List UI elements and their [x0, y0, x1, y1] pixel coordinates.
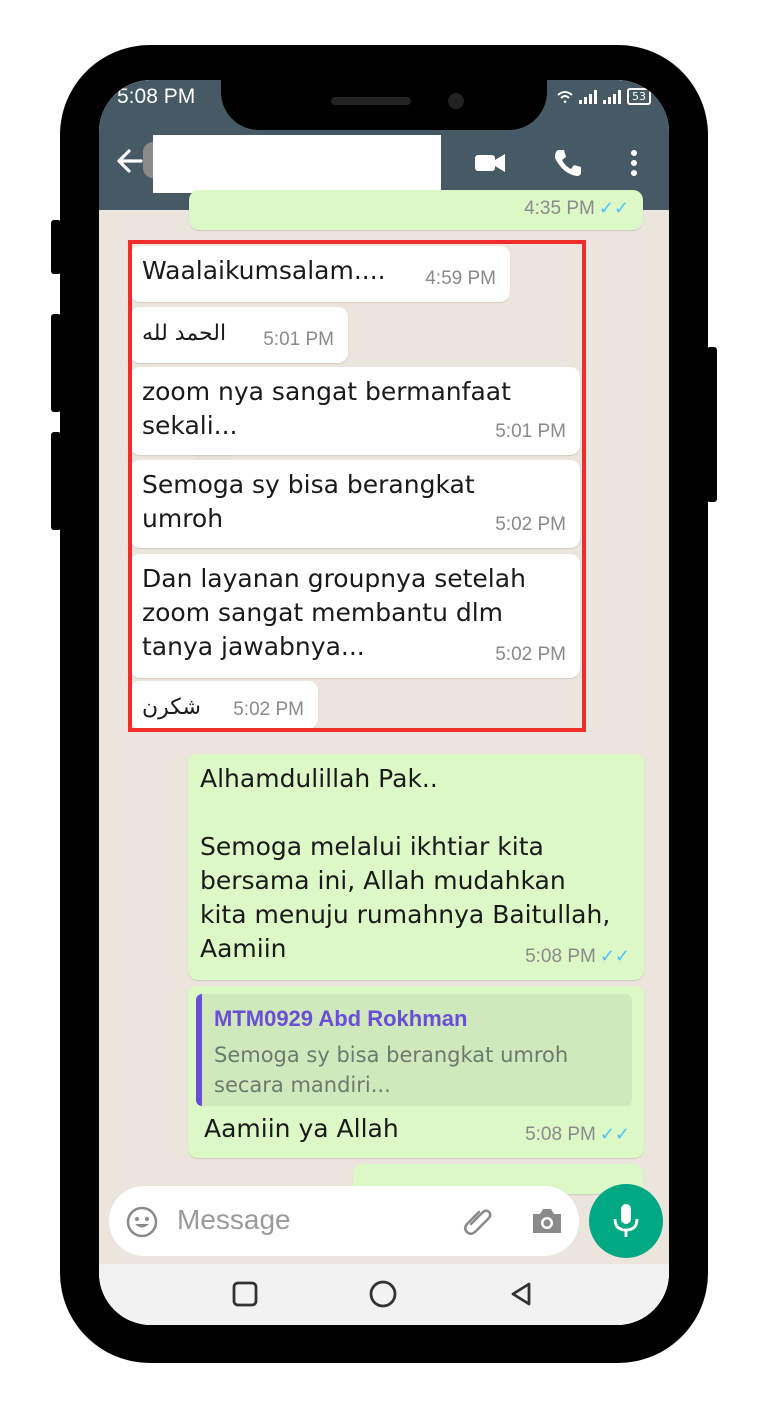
status-time: 5:08 PM	[117, 85, 196, 108]
video-call-icon[interactable]	[473, 146, 507, 180]
back-nav-icon[interactable]	[507, 1280, 535, 1308]
more-options-icon[interactable]	[617, 146, 651, 180]
camera-notch	[221, 80, 547, 130]
signal-icon-2	[603, 89, 621, 104]
recents-icon[interactable]	[231, 1280, 259, 1308]
outgoing-reply-message[interactable]: MTM0929 Abd Rokhman Semoga sy bisa beran…	[188, 986, 644, 1158]
mic-icon	[613, 1204, 639, 1237]
message-text: Aamiin ya Allah	[204, 1114, 399, 1143]
back-arrow-icon[interactable]	[113, 144, 147, 178]
message-input[interactable]: Message	[177, 1204, 291, 1236]
phone-screen: 5:08 PM 53 4:35 PM ✓✓ Waalaikumsalam....…	[99, 80, 669, 1325]
attach-icon[interactable]	[461, 1204, 495, 1238]
quoted-author: MTM0929 Abd Rokhman	[214, 1006, 468, 1031]
message-time: 4:35 PM ✓✓	[524, 198, 629, 219]
message-time: 5:08 PM ✓✓	[525, 1124, 630, 1145]
home-icon[interactable]	[368, 1279, 398, 1309]
read-ticks-icon: ✓✓	[598, 198, 629, 218]
read-ticks-icon: ✓✓	[599, 1124, 630, 1144]
camera-icon[interactable]	[529, 1204, 565, 1238]
read-ticks-icon: ✓✓	[599, 946, 630, 966]
emoji-icon[interactable]	[125, 1205, 159, 1239]
speaker-grille	[331, 97, 411, 105]
quoted-message[interactable]: MTM0929 Abd Rokhman Semoga sy bisa beran…	[196, 994, 632, 1106]
outgoing-message[interactable]: Alhamdulillah Pak.. Semoga melalui ikhti…	[188, 754, 644, 980]
phone-volume-down	[51, 432, 61, 530]
wifi-icon	[557, 90, 573, 103]
message-input-bar[interactable]: Message	[109, 1186, 579, 1256]
message-time: 5:08 PM ✓✓	[525, 946, 630, 967]
mic-button[interactable]	[589, 1184, 663, 1258]
quoted-text: Semoga sy bisa berangkat umroh secara ma…	[214, 1043, 569, 1097]
status-icons: 53	[557, 88, 651, 105]
highlight-box	[128, 240, 586, 732]
system-nav-bar	[99, 1264, 669, 1325]
signal-icon	[579, 89, 597, 104]
voice-call-icon[interactable]	[551, 146, 585, 180]
previous-outgoing-bubble[interactable]: 4:35 PM ✓✓	[189, 190, 643, 230]
contact-name[interactable]	[153, 135, 441, 193]
message-text-line1: Alhamdulillah Pak..	[200, 764, 438, 793]
phone-side-button	[51, 220, 61, 274]
phone-power-button	[707, 347, 717, 502]
battery-indicator: 53	[627, 88, 651, 105]
front-camera	[448, 93, 464, 109]
phone-volume-up	[51, 314, 61, 412]
